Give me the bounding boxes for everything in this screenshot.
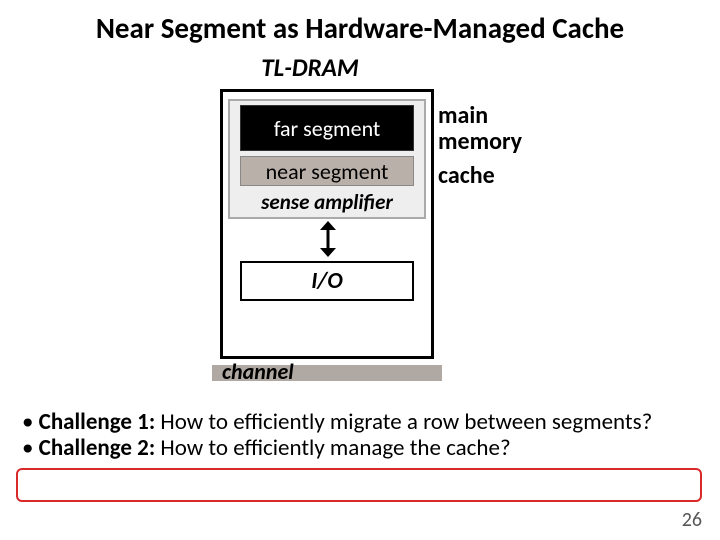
- annotation-main-l2: memory: [438, 127, 522, 156]
- near-segment-box: near segment: [240, 156, 414, 186]
- sense-amplifier-label: sense amplifier: [240, 189, 414, 215]
- challenge-2-text: How to efficiently manage the cache?: [155, 434, 510, 462]
- tl-dram-label: TL-DRAM: [0, 52, 720, 83]
- channel-label: channel: [222, 358, 294, 385]
- challenge-1-text: How to efficiently migrate a row between…: [155, 408, 652, 436]
- annotation-cache: cache: [438, 161, 495, 190]
- page-number: 26: [682, 508, 702, 532]
- double-arrow-icon: [320, 221, 336, 257]
- challenge-2: Challenge 2: How to efficiently manage t…: [22, 436, 702, 462]
- io-box: I/O: [240, 261, 414, 301]
- challenge-1: Challenge 1: How to efficiently migrate …: [22, 410, 702, 436]
- annotation-main-memory: main memory: [438, 103, 522, 155]
- diagram: far segment near segment sense amplifier…: [0, 83, 720, 383]
- highlight-box-challenge-2: [16, 468, 702, 502]
- slide-title: Near Segment as Hardware-Managed Cache: [0, 0, 720, 52]
- annotation-main-l1: main: [438, 101, 488, 130]
- challenge-list: Challenge 1: How to efficiently migrate …: [22, 410, 702, 462]
- far-segment-box: far segment: [240, 105, 414, 151]
- challenge-2-label: Challenge 2:: [39, 434, 156, 462]
- challenge-1-label: Challenge 1:: [39, 408, 156, 436]
